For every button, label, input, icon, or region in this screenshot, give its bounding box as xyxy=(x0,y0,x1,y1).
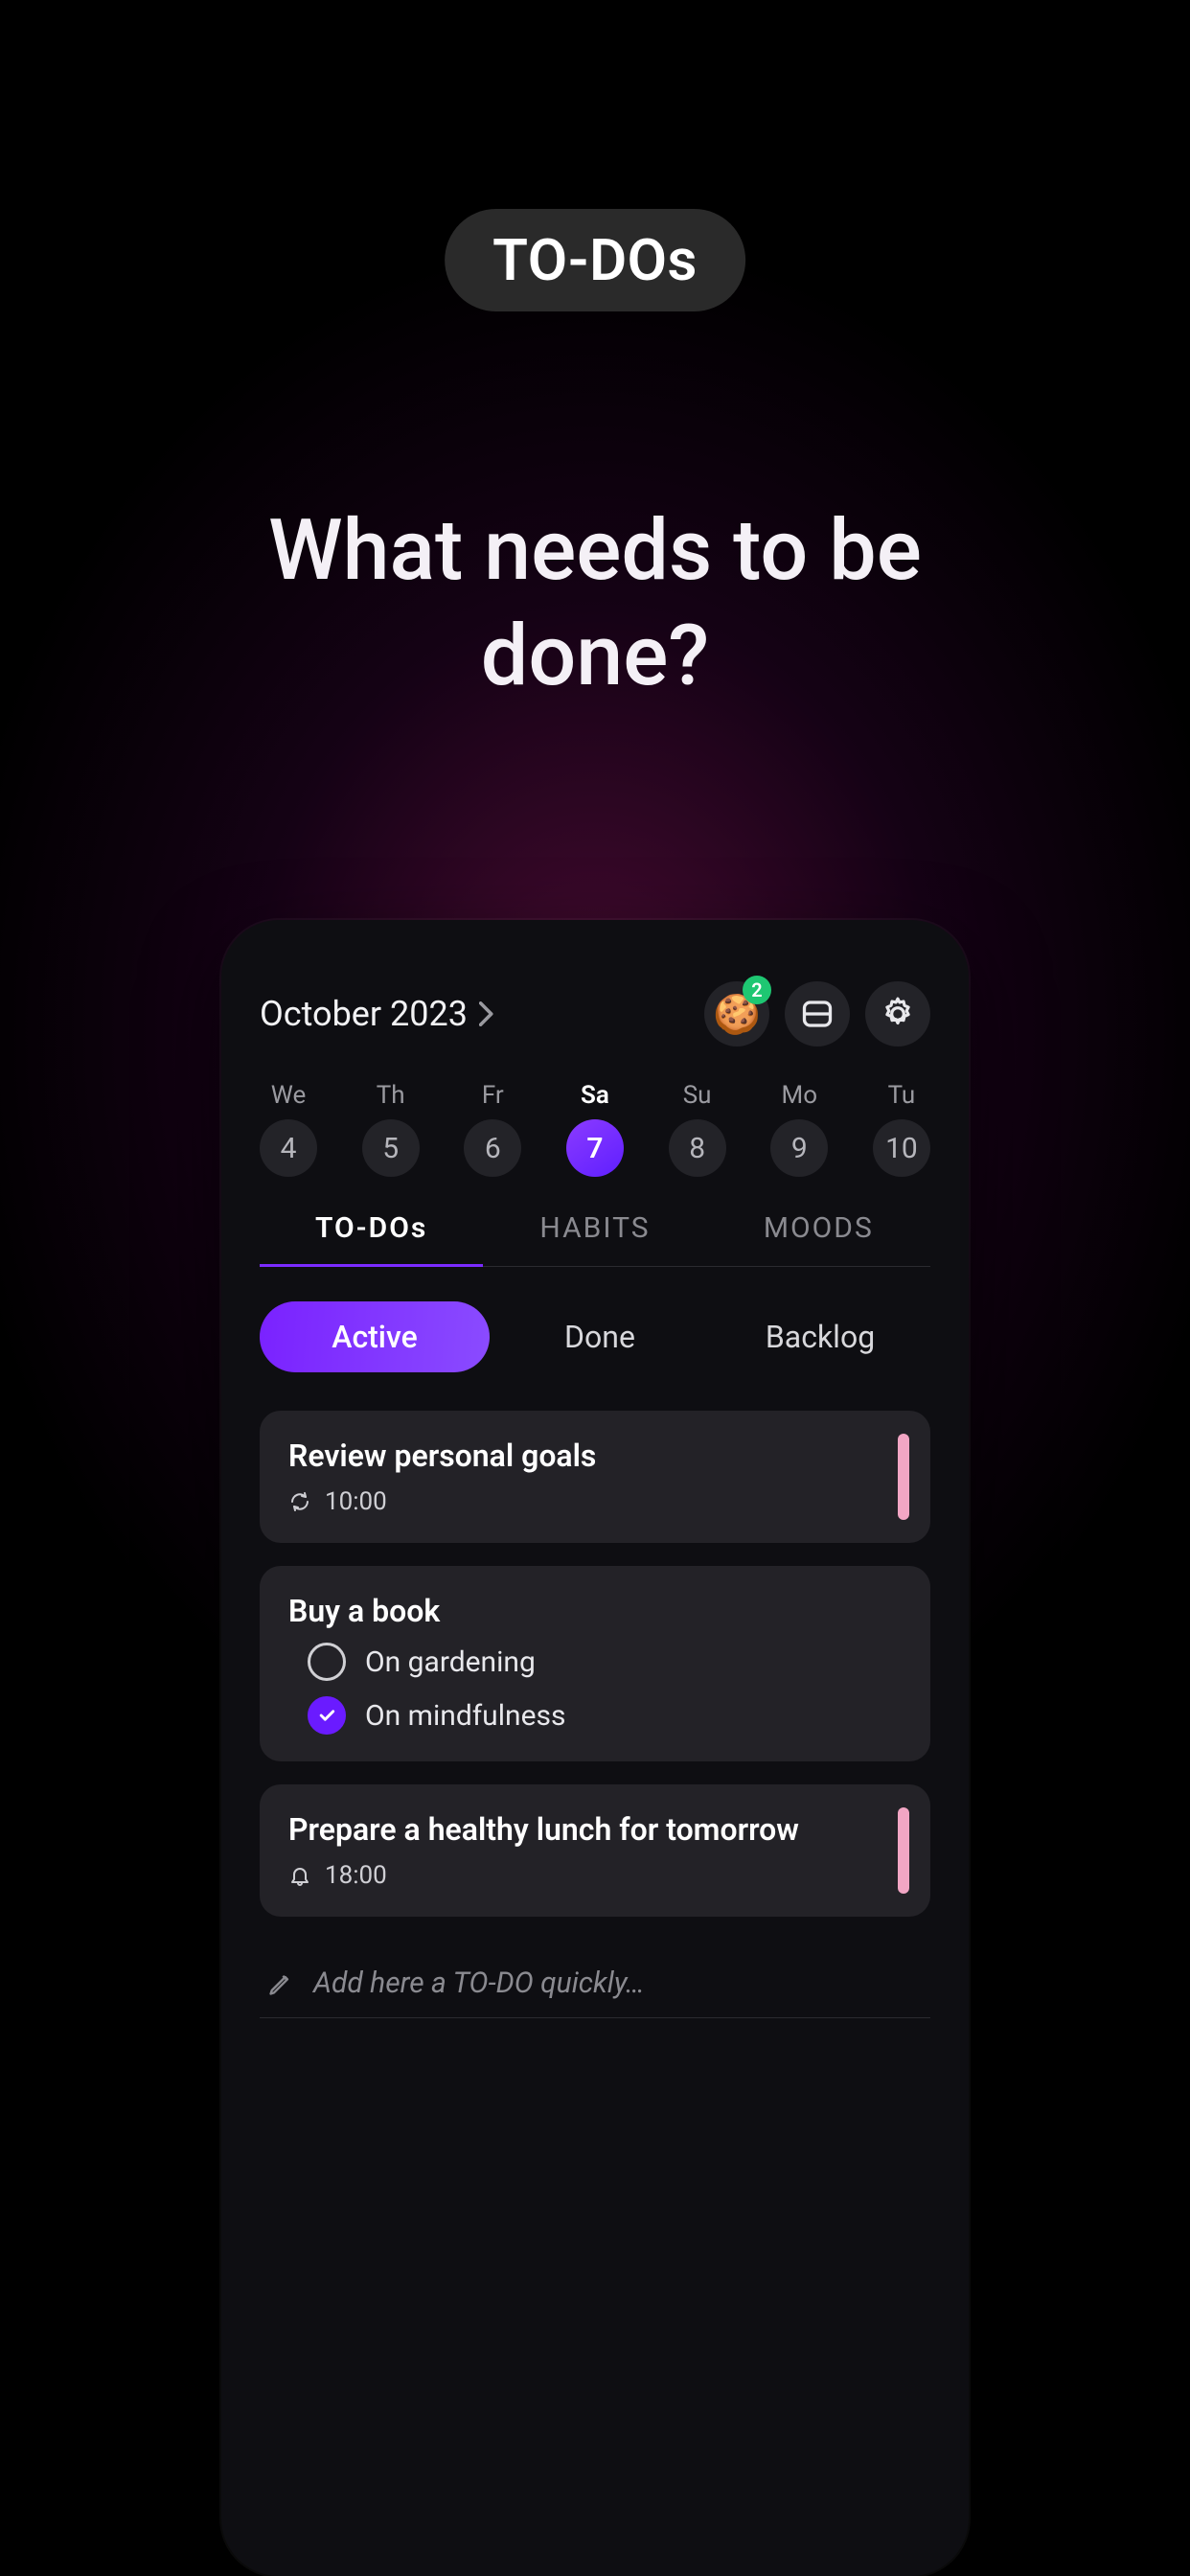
day-abbr: Sa xyxy=(581,1081,609,1110)
card-title: Prepare a healthy lunch for tomorrow xyxy=(288,1811,902,1848)
card-title: Buy a book xyxy=(288,1593,902,1629)
day-abbr: Th xyxy=(377,1081,405,1110)
calendar-view-button[interactable] xyxy=(785,981,850,1046)
filter-active[interactable]: Active xyxy=(260,1301,490,1372)
subtask-label: On mindfulness xyxy=(365,1699,565,1733)
day-abbr: Tu xyxy=(888,1081,916,1110)
card-meta: 18:00 xyxy=(288,1861,902,1890)
day-num: 9 xyxy=(770,1119,828,1177)
day-tu[interactable]: Tu 10 xyxy=(873,1081,930,1177)
todo-card-review-goals[interactable]: Review personal goals 10:00 xyxy=(260,1411,930,1543)
page-pill-label: TO-DOs xyxy=(492,226,698,294)
tab-moods[interactable]: MOODS xyxy=(707,1211,930,1266)
refresh-icon xyxy=(288,1490,311,1513)
header-actions: 🍪 2 xyxy=(704,981,930,1046)
card-meta: 10:00 xyxy=(288,1487,902,1516)
quick-add-placeholder: Add here a TO-DO quickly… xyxy=(313,1966,645,2000)
section-tabs: TO-DOs HABITS MOODS xyxy=(260,1211,930,1267)
checkbox-checked-icon[interactable] xyxy=(308,1696,346,1735)
filter-row: Active Done Backlog xyxy=(260,1301,930,1372)
rewards-badge: 2 xyxy=(743,976,771,1004)
day-abbr: We xyxy=(271,1081,306,1110)
day-num: 5 xyxy=(362,1119,420,1177)
calendar-rows-icon xyxy=(800,997,835,1031)
day-abbr: Su xyxy=(683,1081,712,1110)
gear-icon xyxy=(880,996,916,1032)
card-title: Review personal goals xyxy=(288,1438,902,1474)
card-color-stripe xyxy=(898,1434,909,1520)
day-num: 10 xyxy=(873,1119,930,1177)
day-mo[interactable]: Mo 9 xyxy=(770,1081,828,1177)
todo-card-healthy-lunch[interactable]: Prepare a healthy lunch for tomorrow 18:… xyxy=(260,1784,930,1917)
page-pill: TO-DOs xyxy=(445,209,745,311)
card-time: 18:00 xyxy=(325,1861,387,1890)
day-fr[interactable]: Fr 6 xyxy=(464,1081,521,1177)
chevron-right-icon xyxy=(479,1001,494,1026)
tab-habits[interactable]: HABITS xyxy=(483,1211,706,1266)
bell-icon xyxy=(288,1864,311,1887)
day-sa[interactable]: Sa 7 xyxy=(566,1081,624,1177)
pencil-icon xyxy=(267,1970,294,1997)
day-abbr: Fr xyxy=(482,1081,504,1110)
day-num: 4 xyxy=(260,1119,317,1177)
month-title-label: October 2023 xyxy=(260,994,468,1034)
tab-todos[interactable]: TO-DOs xyxy=(260,1211,483,1266)
month-selector[interactable]: October 2023 xyxy=(260,994,494,1034)
device-frame: October 2023 🍪 2 xyxy=(221,920,969,2576)
subtask-label: On gardening xyxy=(365,1645,536,1679)
day-strip: We 4 Th 5 Fr 6 Sa 7 Su 8 Mo 9 xyxy=(260,1081,930,1177)
subtask-list: On gardening On mindfulness xyxy=(308,1643,902,1735)
card-time: 10:00 xyxy=(325,1487,387,1516)
day-num: 7 xyxy=(566,1119,624,1177)
day-su[interactable]: Su 8 xyxy=(669,1081,726,1177)
rewards-button[interactable]: 🍪 2 xyxy=(704,981,769,1046)
checkbox-unchecked-icon[interactable] xyxy=(308,1643,346,1681)
day-we[interactable]: We 4 xyxy=(260,1081,317,1177)
day-num: 8 xyxy=(669,1119,726,1177)
card-color-stripe xyxy=(898,1807,909,1894)
todo-card-buy-book[interactable]: Buy a book On gardening On mindfulness xyxy=(260,1566,930,1761)
header-row: October 2023 🍪 2 xyxy=(260,981,930,1046)
filter-done[interactable]: Done xyxy=(490,1301,710,1372)
subtask-mindfulness[interactable]: On mindfulness xyxy=(308,1696,902,1735)
quick-add-input[interactable]: Add here a TO-DO quickly… xyxy=(260,1940,930,2018)
settings-button[interactable] xyxy=(865,981,930,1046)
headline: What needs to be done? xyxy=(164,498,1026,709)
filter-backlog[interactable]: Backlog xyxy=(710,1301,930,1372)
day-num: 6 xyxy=(464,1119,521,1177)
day-abbr: Mo xyxy=(782,1081,818,1110)
subtask-gardening[interactable]: On gardening xyxy=(308,1643,902,1681)
day-th[interactable]: Th 5 xyxy=(362,1081,420,1177)
